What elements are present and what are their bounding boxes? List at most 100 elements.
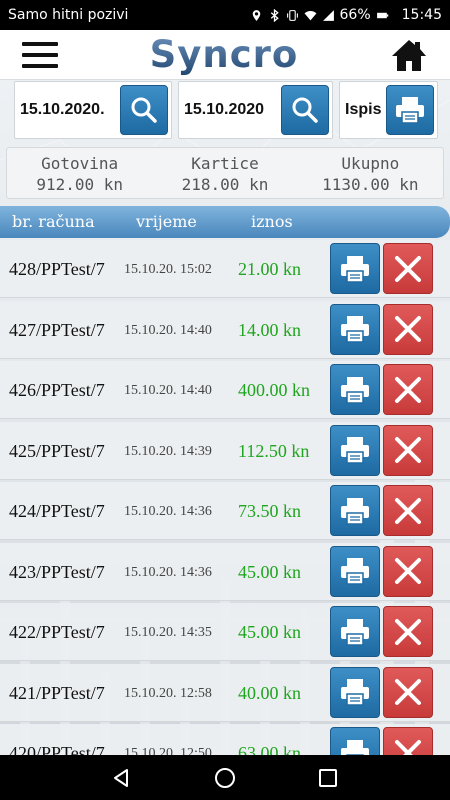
close-x-icon [395, 558, 421, 584]
receipt-number: 420/PPTest/7 [9, 743, 105, 755]
receipt-amount: 73.50 kn [238, 501, 301, 521]
print-receipt-button[interactable] [330, 666, 380, 718]
date-from-field[interactable]: 15.10.2020. [14, 81, 172, 139]
close-x-icon [395, 497, 421, 524]
search-icon [131, 97, 157, 123]
receipt-amount: 63.00 kn [238, 743, 301, 755]
delete-receipt-button[interactable] [383, 485, 433, 536]
receipt-number: 424/PPTest/7 [9, 501, 105, 521]
receipt-time: 15.10.20. 14:40 [124, 383, 212, 398]
print-receipt-button[interactable] [330, 545, 380, 597]
receipt-number: 426/PPTest/7 [9, 380, 105, 400]
close-x-icon [395, 437, 421, 463]
receipt-amount: 14.00 kn [238, 319, 301, 340]
home-icon[interactable] [390, 36, 428, 74]
hamburger-menu-icon[interactable] [22, 41, 58, 68]
close-x-icon [395, 679, 421, 705]
total-cash-label: Gotovina [41, 154, 119, 173]
print-receipt-button[interactable] [330, 364, 380, 415]
receipt-time: 15.10.20. 14:39 [124, 443, 212, 459]
printer-icon [341, 376, 369, 404]
vibrate-icon [286, 9, 298, 21]
date-to-value[interactable]: 15.10.2020 [184, 101, 264, 119]
close-x-icon [395, 376, 421, 403]
total-cash: Gotovina 912.00 kn [7, 148, 152, 198]
date-from-value[interactable]: 15.10.2020. [20, 101, 105, 119]
receipt-amount: 21.00 kn [238, 259, 301, 279]
signal-icon [322, 9, 334, 21]
table-row[interactable]: 420/PPTest/7 15.10.20. 12:50 63.00 kn [0, 724, 450, 755]
date-to-field[interactable]: 15.10.2020 [178, 81, 333, 139]
recents-nav-button[interactable] [317, 767, 339, 789]
delete-receipt-button[interactable] [383, 243, 433, 294]
close-x-icon [395, 618, 421, 645]
back-nav-button[interactable] [111, 767, 133, 789]
receipt-number: 427/PPTest/7 [9, 319, 105, 340]
clock: 15:45 [401, 7, 442, 23]
receipt-time: 15.10.20. 14:36 [124, 564, 212, 580]
recents-square-icon [319, 768, 338, 787]
status-bar: Samo hitni pozivi 66% 15:45 [0, 0, 450, 30]
table-row[interactable]: 422/PPTest/7 15.10.20. 14:35 45.00 kn [0, 603, 450, 661]
receipt-number: 428/PPTest/7 [9, 259, 105, 279]
receipt-time: 15.10.20. 15:02 [124, 262, 212, 277]
close-x-icon [395, 316, 421, 342]
table-row[interactable]: 421/PPTest/7 15.10.20. 12:58 40.00 kn [0, 663, 450, 722]
printer-icon [341, 739, 369, 755]
delete-receipt-button[interactable] [383, 666, 433, 718]
table-row[interactable]: 427/PPTest/7 15.10.20. 14:40 14.00 kn [0, 300, 450, 359]
receipt-amount: 400.00 kn [238, 380, 310, 400]
receipt-amount: 40.00 kn [238, 682, 301, 703]
print-receipt-button[interactable] [330, 606, 380, 657]
battery-percent: 66% [339, 7, 371, 23]
print-receipt-button[interactable] [330, 485, 380, 536]
delete-receipt-button[interactable] [383, 545, 433, 597]
total-sum-value: 1130.00 kn [322, 175, 419, 194]
app-logo: Syncro [149, 33, 299, 76]
printer-icon [396, 97, 424, 124]
printer-icon [341, 316, 369, 343]
table-row[interactable]: 426/PPTest/7 15.10.20. 14:40 400.00 kn [0, 361, 450, 419]
table-row[interactable]: 423/PPTest/7 15.10.20. 14:36 45.00 kn [0, 542, 450, 601]
print-report-box[interactable]: Ispis [339, 81, 438, 139]
print-label: Ispis [345, 101, 382, 118]
receipt-time: 15.10.20. 12:50 [124, 746, 212, 755]
delete-receipt-button[interactable] [383, 303, 433, 355]
printer-icon [341, 618, 369, 646]
date-filter-bar: 15.10.2020. 15.10.2020 Ispis [14, 81, 438, 139]
print-receipt-button[interactable] [330, 303, 380, 355]
receipt-time: 15.10.20. 14:36 [124, 504, 212, 519]
wifi-icon [304, 10, 316, 20]
delete-receipt-button[interactable] [383, 364, 433, 415]
home-nav-button[interactable] [214, 767, 236, 789]
search-to-button[interactable] [281, 85, 329, 135]
print-receipt-button[interactable] [330, 243, 380, 294]
table-row[interactable]: 425/PPTest/7 15.10.20. 14:39 112.50 kn [0, 421, 450, 480]
table-header: br. računa vrijeme iznos [0, 206, 450, 238]
receipt-number: 422/PPTest/7 [9, 622, 105, 642]
table-row[interactable]: 428/PPTest/7 15.10.20. 15:02 21.00 kn [0, 240, 450, 298]
print-report-button[interactable] [386, 85, 434, 135]
delete-receipt-button[interactable] [383, 727, 433, 755]
total-cards-label: Kartice [191, 154, 259, 173]
search-from-button[interactable] [120, 85, 168, 135]
receipt-time: 15.10.20. 14:35 [124, 625, 212, 640]
receipt-amount: 45.00 kn [238, 561, 301, 582]
receipt-time: 15.10.20. 14:40 [124, 322, 212, 338]
printer-icon [341, 255, 369, 283]
battery-icon [376, 12, 388, 18]
total-cash-value: 912.00 kn [36, 175, 124, 194]
print-receipt-button[interactable] [330, 424, 380, 476]
delete-receipt-button[interactable] [383, 424, 433, 476]
delete-receipt-button[interactable] [383, 606, 433, 657]
receipt-time: 15.10.20. 12:58 [124, 685, 212, 701]
receipt-number: 421/PPTest/7 [9, 682, 105, 703]
print-receipt-button[interactable] [330, 727, 380, 755]
bluetooth-icon [270, 8, 279, 22]
back-triangle-icon [113, 768, 128, 787]
header-receipt-number: br. računa [12, 212, 95, 231]
close-x-icon [395, 739, 421, 755]
receipt-list[interactable]: 428/PPTest/7 15.10.20. 15:02 21.00 kn 427/P… [0, 240, 450, 755]
total-sum-label: Ukupno [341, 154, 400, 173]
table-row[interactable]: 424/PPTest/7 15.10.20. 14:36 73.50 kn [0, 482, 450, 540]
